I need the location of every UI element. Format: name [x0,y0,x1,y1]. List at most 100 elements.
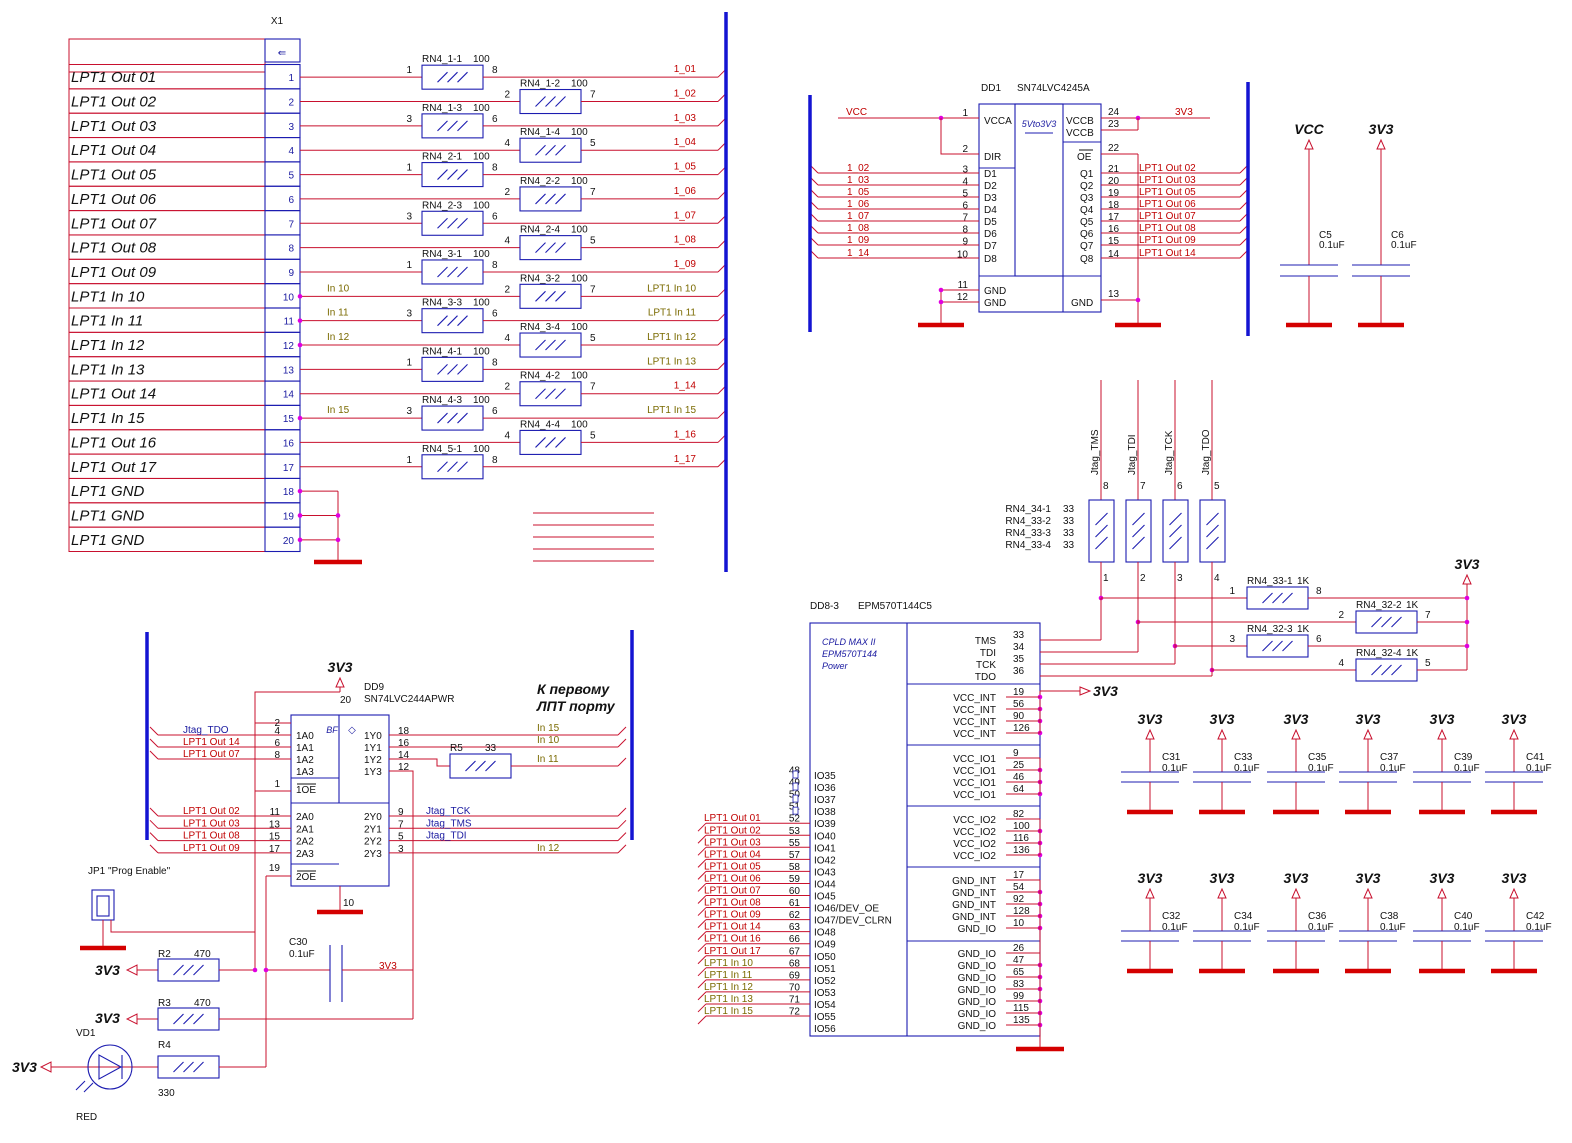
net-label: 1_05 [674,162,697,173]
power-label: 3V3 [12,1059,37,1075]
resistor-ref: RN4_2-2 [520,176,560,187]
resistor-value: 100 [571,225,588,236]
pin-name: GND_INT [952,912,996,923]
pin-name: GND [984,298,1006,309]
resistor-hatch [1169,512,1182,526]
chip-title: EPM570T144 [822,649,877,659]
pin-number: 13 [1108,289,1120,300]
power-label: 3V3 [95,1010,120,1026]
pin-name: 2Y2 [364,837,382,848]
pin-number: 8 [492,455,498,466]
pin-name: VCC_IO2 [953,851,996,862]
power-arrow-icon [125,1013,138,1025]
wire [254,691,340,724]
capacitor-value: 0.1uF [1162,922,1188,933]
net-label: LPT1 Out 07 [704,886,761,897]
pin-number: 34 [1013,642,1025,653]
pin-name: TCK [976,660,996,671]
connector-pin-cell [264,137,301,163]
pin-name: IO55 [814,1012,836,1023]
connector-row-label: LPT1 GND [71,532,145,549]
power-arrow-icon [1376,138,1386,150]
resistor-value: 33 [1063,516,1075,527]
pin-name: IO42 [814,855,836,866]
power-arrow-icon [1363,728,1373,740]
power-label: 3V3 [95,962,120,978]
capacitor-value: 0.1uF [1162,763,1188,774]
connector-row-label: LPT1 In 10 [71,288,145,305]
pin-number: 5 [590,236,596,247]
net-label: LPT1 In 15 [704,1006,753,1017]
power-arrow-icon [1509,728,1519,740]
pin-name: D6 [984,229,997,240]
chip-part: SN74LVC244APWR [364,694,454,705]
pin-name: VCC_INT [953,693,996,704]
resistor-value: 100 [473,249,490,260]
resistor-hatch [193,1061,204,1073]
pin-number: 1 [406,455,412,466]
net-label: 1_05 [847,187,870,198]
pin-name: IO52 [814,976,836,987]
power-label: 3V3 [1455,556,1480,572]
pin-number: 1 [1103,573,1109,584]
resistor-hatch [457,412,468,424]
resistor-ref: RN4_3-4 [520,322,560,333]
net-label: 1_02 [674,89,697,100]
resistor-hatch [457,266,468,278]
resistor-ref: RN4_2-3 [422,200,462,211]
capacitor-value: 0.1uF [1234,763,1260,774]
resistor-hatch [193,1013,204,1025]
pin-name: VCC_IO1 [953,754,996,765]
resistor-hatch [1132,524,1145,538]
junction-dot [297,537,303,543]
pin-name: IO40 [814,831,836,842]
junction-dot [1464,619,1470,625]
resistor-value: 100 [571,79,588,90]
net-label: LPT1 Out 02 [183,806,240,817]
resistor-hatch [535,144,546,156]
net-label: LPT1 Out 06 [704,873,761,884]
pin-name: 1A0 [296,731,314,742]
pin-number: 35 [1013,654,1025,665]
capacitor-ref: C36 [1308,911,1327,922]
chip-body [809,622,1041,1037]
pin-name: D8 [984,254,997,265]
net-label: LPT1 In 12 [647,332,696,343]
net-label: 1_14 [847,248,870,259]
resistor-value: 470 [194,949,211,960]
connector-pin-number: 20 [283,536,295,547]
pin-number: 25 [1013,760,1025,771]
connector-pin-cell [264,258,301,285]
net-label: 1_14 [674,381,697,392]
resistor-hatch [1206,512,1219,526]
pin-name: IO49 [814,940,836,951]
capacitor-ref: C31 [1162,752,1181,763]
resistor-hatch [457,169,468,180]
pin-name: IO54 [814,1000,836,1011]
power-arrow-icon [125,964,138,976]
resistor-value: 100 [473,298,490,309]
capacitor-value: 0.1uF [1454,763,1480,774]
annotation-text: К первому [537,681,610,697]
pin-name: IO53 [814,988,836,999]
resistor-hatch [1095,512,1108,526]
power-arrow-icon [1217,728,1227,740]
resistor-hatch [535,437,546,448]
resistor-hatch [437,169,448,180]
resistor-value: 100 [571,176,588,187]
resistor-hatch [447,266,458,278]
pin-number: 36 [1013,666,1025,677]
net-label: LPT1 In 12 [704,982,753,993]
resistor-ref: RN4_4-3 [422,395,462,406]
chip-core [1014,103,1064,277]
net-label: 1_17 [674,454,697,465]
pin-name: 2Y1 [364,824,382,835]
connector-pin-number: 7 [288,219,294,230]
net-label: LPT1 Out 02 [704,825,761,836]
resistor-hatch [545,290,556,302]
power-label: 3V3 [1284,711,1309,727]
resistor-hatch [535,290,546,302]
resistor-hatch [555,339,566,351]
resistor-hatch [535,96,546,107]
net-label: LPT1 Out 14 [1139,248,1196,259]
